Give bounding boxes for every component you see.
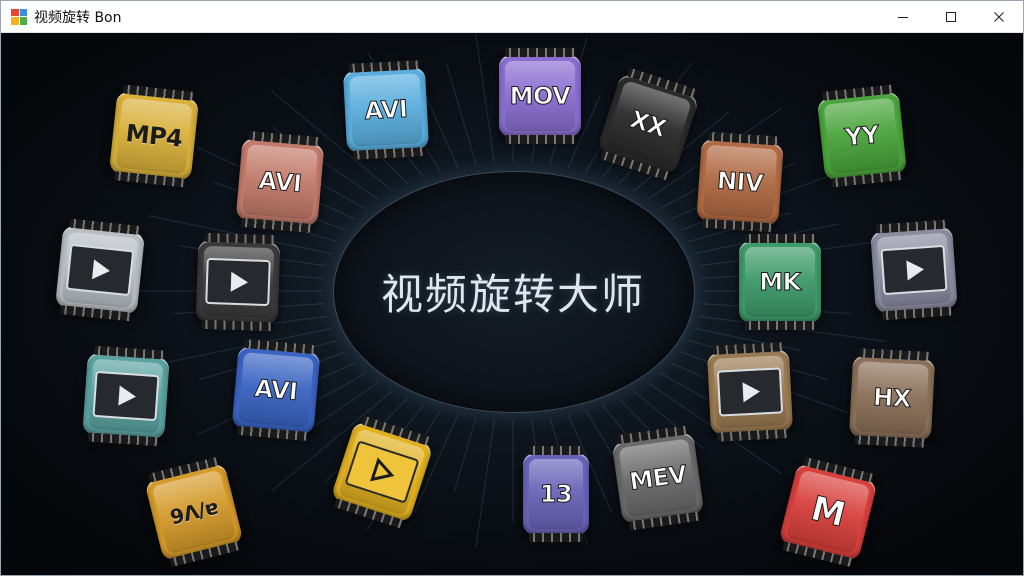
tile-label: NIV [716, 166, 765, 198]
window-title: 视频旋转 Bon [34, 9, 122, 26]
minimize-button[interactable] [879, 1, 927, 32]
tile-label: MOV [509, 82, 571, 111]
format-tile-avi-navy[interactable]: AVI [231, 345, 321, 435]
window-controls [879, 1, 1023, 32]
tile-label: AVI [253, 374, 299, 407]
ray-line [475, 419, 495, 549]
ray-line [475, 33, 495, 163]
format-tile-yy[interactable]: YY [816, 90, 908, 182]
tile-label: MP4 [124, 119, 184, 153]
format-tile-hx[interactable]: HX [848, 354, 936, 442]
play-icon [230, 271, 248, 292]
play-icon [118, 385, 136, 406]
format-tile-avi-blue[interactable]: AVI [342, 66, 430, 154]
play-icon [91, 259, 110, 280]
format-tile-mov[interactable]: MOV [499, 48, 581, 144]
tile-label: HX [872, 383, 912, 414]
tile-label: AVI [257, 166, 303, 199]
video-tile-silver[interactable] [54, 224, 146, 316]
format-tile-mp4[interactable]: MP4 [108, 90, 200, 182]
close-icon [994, 11, 1004, 22]
play-icon [370, 457, 395, 482]
format-tile-mk[interactable]: MK [739, 234, 821, 330]
format-tile-mev[interactable]: MEV [611, 431, 705, 525]
title-bar[interactable]: 视频旋转 Bon [1, 1, 1023, 33]
format-tile-avi-rose[interactable]: AVI [235, 137, 325, 227]
tile-label: 13 [539, 480, 573, 509]
tile-label: MK [759, 268, 802, 297]
video-tile-dark[interactable] [195, 239, 281, 325]
video-tile-teal[interactable] [82, 352, 170, 440]
video-tile-purple[interactable] [870, 226, 958, 314]
format-tile-niv[interactable]: NIV [696, 138, 784, 226]
maximize-button[interactable] [927, 1, 975, 32]
app-window: 视频旋转 Bon 视频旋转大师 MP4 AVI MOV XX YY AVI NI… [0, 0, 1024, 576]
tile-label: AVI [363, 94, 409, 126]
main-canvas: 视频旋转大师 MP4 AVI MOV XX YY AVI NIV MK AVI … [1, 33, 1023, 575]
play-icon [906, 260, 924, 281]
maximize-icon [946, 11, 956, 22]
minimize-icon [898, 16, 908, 18]
close-button[interactable] [975, 1, 1023, 32]
main-title: 视频旋转大师 [380, 270, 645, 319]
ray-line [453, 417, 477, 492]
play-icon [742, 382, 760, 403]
format-tile-13[interactable]: 13 [523, 446, 589, 542]
tile-label: YY [843, 120, 881, 152]
ray-line [446, 64, 477, 165]
app-grid-icon [11, 8, 27, 25]
video-tile-bronze[interactable] [706, 348, 794, 436]
